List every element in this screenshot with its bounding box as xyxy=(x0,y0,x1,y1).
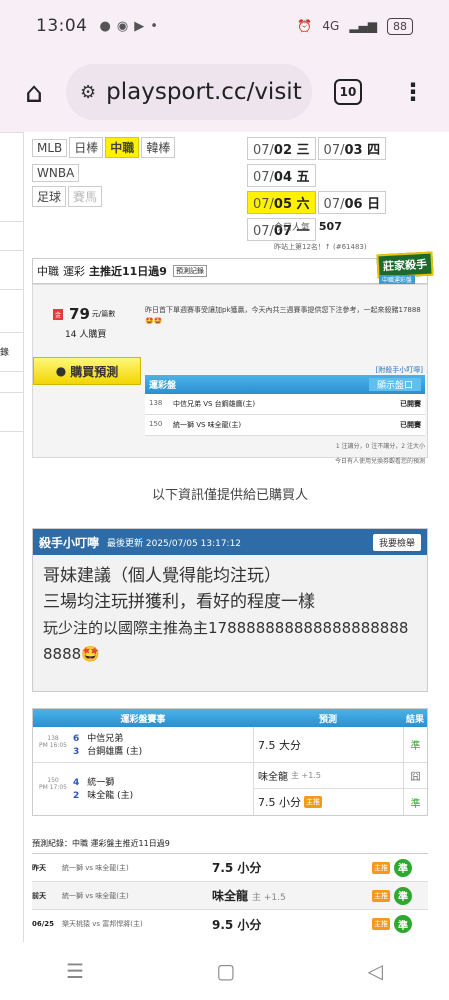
recents-icon[interactable]: ☰ xyxy=(66,959,84,983)
history-row: 昨天 統一獅 vs 味全龍(主) 7.5 小分 主推準 xyxy=(32,854,428,882)
result-icon: 準 xyxy=(394,886,412,905)
chat-icon: ● xyxy=(99,18,111,34)
alarm-icon: ⏰ xyxy=(297,19,313,33)
side-panel: 錄 xyxy=(0,132,24,942)
popularity-value: 507 xyxy=(318,220,342,233)
price-unit: 元/篇數 xyxy=(91,310,116,318)
tips-title: 殺手小叮嚀 xyxy=(39,535,100,550)
table-row: 138 PM 16:05 6 中信兄弟 3 台鋼雄鷹 (主) 7.5 大分 準 xyxy=(33,727,427,763)
history-row: 前天 統一獅 vs 味全龍(主) 味全龍主 +1.5 主推準 xyxy=(32,882,428,910)
filter-area: MLB 日棒 中職 韓棒 WNBA 足球 賽馬 07/02 三 07/03 四07/04 … xyxy=(32,132,428,241)
result-icon: 準 xyxy=(394,915,412,933)
clock: 13:04 xyxy=(36,16,88,36)
card-type: 運彩 xyxy=(63,265,85,278)
mini-table-header: 運彩盤 xyxy=(149,381,177,391)
league-chip[interactable]: 韓棒 xyxy=(141,137,176,158)
badge-sub: 中職運彩盤 xyxy=(378,275,415,284)
popularity-rank: 昨站上第12名！↑ (#61483) xyxy=(274,243,367,251)
pick-tag-icon: 主推 xyxy=(304,796,322,808)
league-chip[interactable]: 賽馬 xyxy=(68,186,103,207)
back-icon[interactable]: ◁ xyxy=(367,959,382,983)
result: 準 xyxy=(410,798,421,810)
card-title: 主推近11日過9 xyxy=(89,265,167,278)
col-header: 運彩盤賽事 xyxy=(120,714,166,725)
record-button[interactable]: 預測記錄 xyxy=(172,265,207,277)
result: 準 xyxy=(403,727,427,762)
league-chips: MLB 日棒 中職 韓棒 WNBA 足球 賽馬 xyxy=(32,137,232,211)
col-header: 結果 xyxy=(405,714,424,725)
popularity: 今日人氣 507 昨站上第12名！↑ (#61483) xyxy=(32,218,428,258)
league-chip[interactable]: WNBA xyxy=(32,164,80,182)
tips-updated: 最後更新 2025/07/05 13:17:12 xyxy=(107,538,242,549)
show-odds-button[interactable]: 顯示盤口 xyxy=(368,378,421,391)
price-tag-icon: 金 xyxy=(53,308,64,320)
mini-row: 150 統一獅 VS 味全龍(主) 已開賽 xyxy=(145,415,425,436)
tips-line: 玩少注的以國際主推為主1788888888888888888888888🤩 xyxy=(43,619,409,663)
site-settings-icon[interactable]: ⚙ xyxy=(80,82,96,103)
date-chip-active[interactable]: 07/05 六 xyxy=(247,191,316,214)
date-chip[interactable]: 07/06 日 xyxy=(317,191,387,214)
result-icon: 準 xyxy=(394,858,412,877)
side-card xyxy=(0,132,24,222)
mini-note: 1 注讓分，0 注不讓分，2 注大小 xyxy=(335,443,425,450)
network-label: 4G xyxy=(322,19,340,33)
browser-toolbar: ⌂ ⚙ playsport.cc/visit 10 ⋮ xyxy=(0,52,449,132)
status-bar: 13:04 ● ◉ ▶ • ⏰ 4G ▂▄▆ 88 xyxy=(0,0,449,52)
buy-prediction-button[interactable]: ● 購買預測 xyxy=(33,357,141,385)
address-bar[interactable]: ⚙ playsport.cc/visit xyxy=(66,64,312,120)
buyer-unit: 人購買 xyxy=(79,330,107,340)
predict-card: 金 79 元/篇數 14 人購買 ● 購買預測 昨日首下單週賽事受讓加pk獲贏，… xyxy=(32,284,428,465)
tips-box: 殺手小叮嚀 最後更新 2025/07/05 13:17:12 我要檢舉 哥妹建議… xyxy=(32,528,428,692)
games-table: 運彩盤賽事 預測 結果 138 PM 16:05 6 中信兄弟 3 台鋼雄鷹 (主) … xyxy=(32,708,428,816)
youtube-icon: ▶ xyxy=(134,18,145,34)
more-menu-icon[interactable]: ⋮ xyxy=(401,78,433,106)
report-button[interactable]: 我要檢舉 xyxy=(372,533,421,551)
league-chip[interactable]: 日棒 xyxy=(69,137,104,158)
buyer-count: 14 xyxy=(65,330,77,340)
league-chip-active[interactable]: 中職 xyxy=(105,137,140,158)
dot-icon: • xyxy=(150,18,158,34)
price-number: 79 xyxy=(69,305,90,323)
card-description: 昨日首下單週賽事受讓加pk獲贏，今天內共三週賽事提供您下注參考，一起來殺豬178… xyxy=(145,306,421,325)
date-chip[interactable]: 07/04 五 xyxy=(247,164,316,187)
col-header: 預測 xyxy=(318,714,337,725)
card-league: 中職 xyxy=(37,265,59,278)
side-card xyxy=(0,250,24,290)
result: 囧 xyxy=(404,763,427,789)
history-title: 預測紀錄：中職 運彩盤主推近11日過9 xyxy=(32,838,428,854)
buy-icon: ● xyxy=(55,364,67,378)
mini-table: 運彩盤 顯示盤口 138 中信兄弟 VS 台鋼雄鷹(主) 已開賽 150 統一獅… xyxy=(145,375,425,465)
history-row: 06/25 樂天桃猿 vs 富邦悍將(主) 9.5 小分 主推準 xyxy=(32,910,428,938)
pick: 7.5 大分 xyxy=(253,727,403,762)
mini-note-2: 今日有人使用兌換券觀看您的預測 xyxy=(334,458,425,465)
page-viewport: 錄 MLB 日棒 中職 韓棒 WNBA 足球 賽馬 07/02 三 07/03 四07/0… xyxy=(0,132,449,942)
league-chip[interactable]: 足球 xyxy=(32,186,67,207)
tab-switcher-button[interactable]: 10 xyxy=(334,79,362,105)
home-nav-icon[interactable]: ▢ xyxy=(216,959,235,983)
league-chip[interactable]: MLB xyxy=(32,139,68,157)
tips-line: 哥妹建議（個人覺得能均注玩） xyxy=(43,566,281,586)
date-chip[interactable]: 07/02 三 xyxy=(247,137,316,160)
main-content: MLB 日棒 中職 韓棒 WNBA 足球 賽馬 07/02 三 07/03 四07/04 … xyxy=(32,132,434,938)
date-chip[interactable]: 07/03 四 xyxy=(317,137,387,160)
system-nav-bar: ☰ ▢ ◁ xyxy=(0,942,449,1000)
tips-link[interactable]: [附殺手小叮嚀] xyxy=(376,365,423,375)
predict-card-header: 中職 運彩 主推近11日過9 預測記錄 莊家殺手 中職運彩盤 xyxy=(32,251,434,284)
side-card: 錄 xyxy=(0,332,24,372)
home-icon[interactable]: ⌂ xyxy=(16,76,52,109)
popularity-label: 今日人氣 xyxy=(274,223,311,233)
tips-line: 三場均注玩拼獲利，看好的程度一樣 xyxy=(43,592,315,612)
mini-row: 138 中信兄弟 VS 台鋼雄鷹(主) 已開賽 xyxy=(145,394,425,415)
table-row: 150 PM 17:05 4 統一獅 2 味全龍 (主) 味全龍主 +1.5 7.5 … xyxy=(33,763,427,815)
buyers-notice: 以下資訊僅提供給已購買人 xyxy=(151,487,308,503)
app-icon: ◉ xyxy=(116,18,129,34)
history-section: 預測紀錄：中職 運彩盤主推近11日過9 昨天 統一獅 vs 味全龍(主) 7.5… xyxy=(32,838,428,938)
url-text: playsport.cc/visit xyxy=(106,79,302,105)
side-card xyxy=(0,392,24,432)
signal-icon: ▂▄▆ xyxy=(349,19,377,33)
battery-icon: 88 xyxy=(387,17,413,35)
